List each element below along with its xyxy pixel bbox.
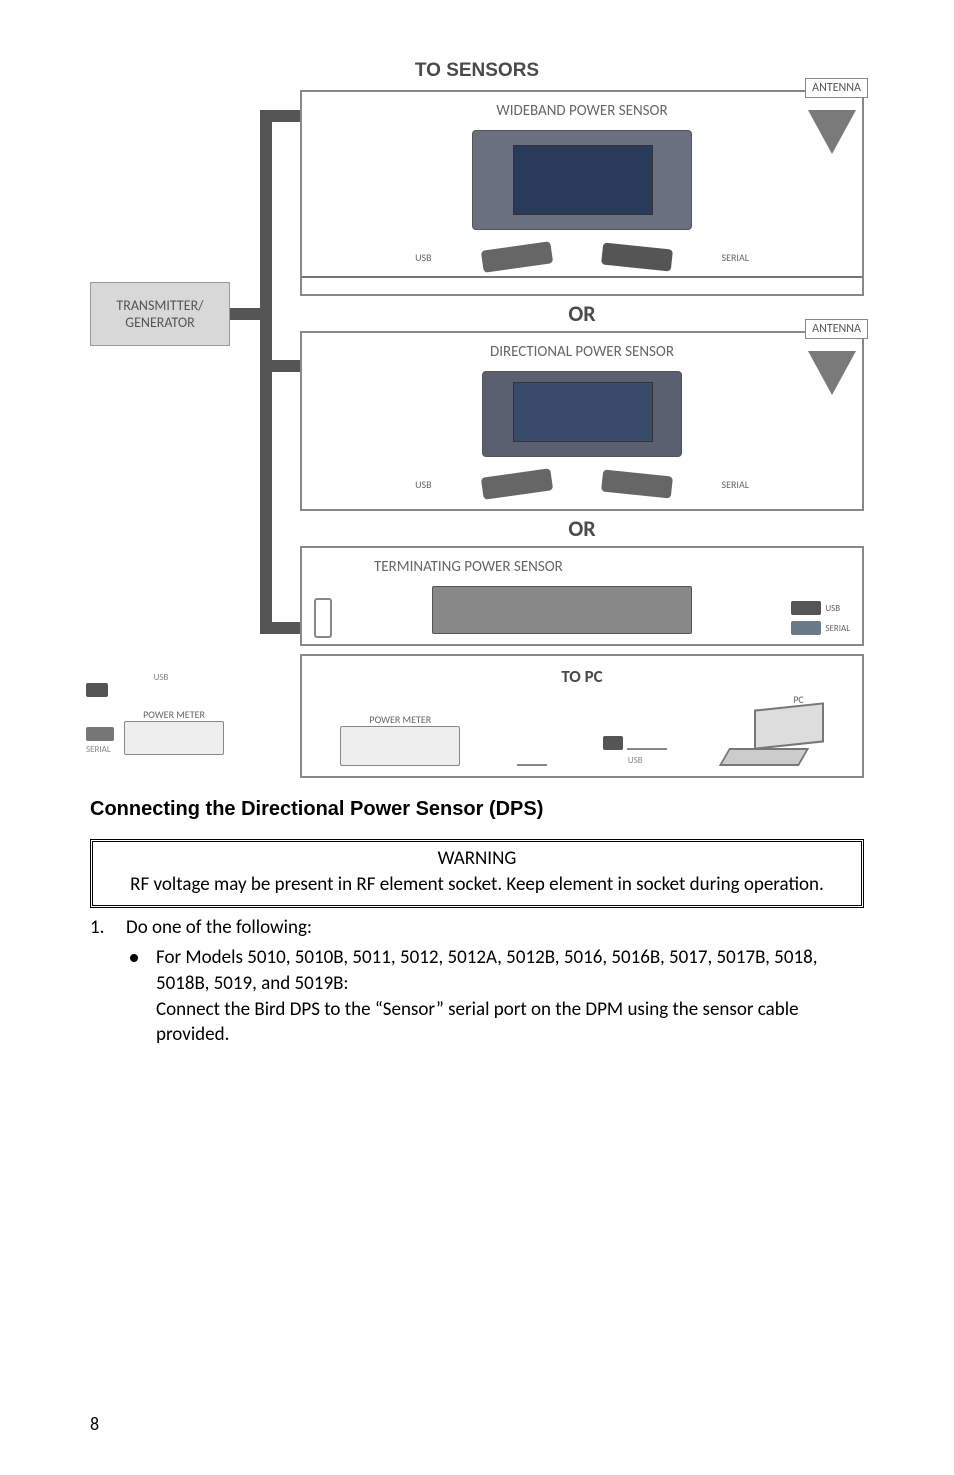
serial-label: SERIAL [722, 251, 749, 264]
laptop-icon [724, 706, 824, 766]
usb-label: USB [415, 251, 431, 264]
power-meter-label: POWER METER [124, 708, 224, 721]
step-text: Do one of the following: [126, 916, 864, 939]
usb-label: USB [603, 755, 667, 766]
bullet-line-1: For Models 5010, 5010B, 5011, 5012, 5012… [156, 946, 817, 995]
diagram-right-column: ANTENNA WIDEBAND POWER SENSOR USB SERIAL… [300, 90, 864, 778]
connector-line [260, 110, 302, 122]
directional-sensor-box: ANTENNA DIRECTIONAL POWER SENSOR USB SER… [300, 331, 864, 511]
usb-connector-icon [603, 736, 623, 750]
diagram-top-title: TO SENSORS [90, 60, 864, 82]
directional-device-icon [482, 371, 682, 457]
or-separator: OR [300, 511, 864, 546]
step-number: 1. [90, 916, 108, 939]
wideband-device-icon [472, 130, 692, 230]
connection-diagram: TO SENSORS TRANSMITTER/ GENERATOR USB SE… [90, 60, 864, 778]
bullet-line-2: Connect the Bird DPS to the “Sensor” ser… [156, 998, 799, 1047]
vertical-connector-line [260, 110, 272, 634]
serial-label: SERIAL [825, 623, 850, 634]
antenna-icon [808, 351, 856, 395]
usb-label: USB [415, 478, 431, 491]
power-meter-device-icon [340, 726, 460, 766]
bullet-icon [130, 954, 138, 962]
connection-line [517, 764, 547, 766]
transmitter-generator-box: TRANSMITTER/ GENERATOR [90, 282, 230, 346]
connector-line [260, 622, 302, 634]
warning-box: WARNING RF voltage may be present in RF … [90, 839, 864, 908]
to-pc-box: TO PC POWER METER USB PC [300, 654, 864, 778]
connector-line [230, 308, 260, 320]
serial-plug-icon [601, 469, 673, 498]
usb-connector-icon [86, 683, 108, 697]
usb-label: USB [154, 672, 169, 683]
usb-label: USB [825, 603, 840, 614]
warning-body: RF voltage may be present in RF element … [103, 872, 851, 898]
bullet-text: For Models 5010, 5010B, 5011, 5012, 5012… [156, 945, 864, 1048]
serial-label: SERIAL [722, 478, 749, 491]
serial-connector-icon [791, 621, 821, 635]
or-separator: OR [300, 296, 864, 331]
usb-plug-icon [480, 241, 552, 273]
tx-gen-label: TRANSMITTER/ GENERATOR [116, 297, 203, 331]
pc-group: PC [724, 693, 824, 766]
antenna-label: ANTENNA [805, 319, 868, 339]
bullet-item: For Models 5010, 5010B, 5011, 5012, 5012… [90, 945, 864, 1048]
terminating-title: TERMINATING POWER SENSOR [314, 558, 850, 576]
serial-connector-icon [86, 727, 114, 741]
serial-plug-icon [601, 242, 673, 271]
terminating-device-icon [432, 586, 692, 634]
power-meter-label: POWER METER [340, 713, 460, 726]
page-number: 8 [90, 1413, 99, 1435]
usb-plug-icon [480, 468, 552, 500]
terminating-sensor-box: TERMINATING POWER SENSOR USB SERIAL [300, 546, 864, 646]
antenna-icon [808, 110, 856, 154]
section-heading: Connecting the Directional Power Sensor … [90, 798, 864, 821]
diagram-left-column: TRANSMITTER/ GENERATOR USB SERIAL POWER … [90, 90, 300, 778]
directional-title: DIRECTIONAL POWER SENSOR [314, 343, 850, 361]
warning-title: WARNING [103, 846, 851, 872]
usb-connector-group: USB [603, 736, 667, 766]
step-item: 1. Do one of the following: [90, 916, 864, 939]
wideband-sensor-box: ANTENNA WIDEBAND POWER SENSOR USB SERIAL [300, 90, 864, 296]
serial-label: SERIAL [86, 744, 114, 755]
power-meter-group: POWER METER [340, 713, 460, 766]
usb-connector-icon [791, 601, 821, 615]
left-power-meter-area: USB SERIAL POWER METER [86, 670, 224, 755]
antenna-label: ANTENNA [805, 78, 868, 98]
to-pc-title: TO PC [312, 666, 852, 687]
wideband-title: WIDEBAND POWER SENSOR [314, 102, 850, 120]
power-meter-device-icon [124, 721, 224, 755]
connector-icon [314, 598, 332, 638]
connector-line [260, 360, 302, 372]
